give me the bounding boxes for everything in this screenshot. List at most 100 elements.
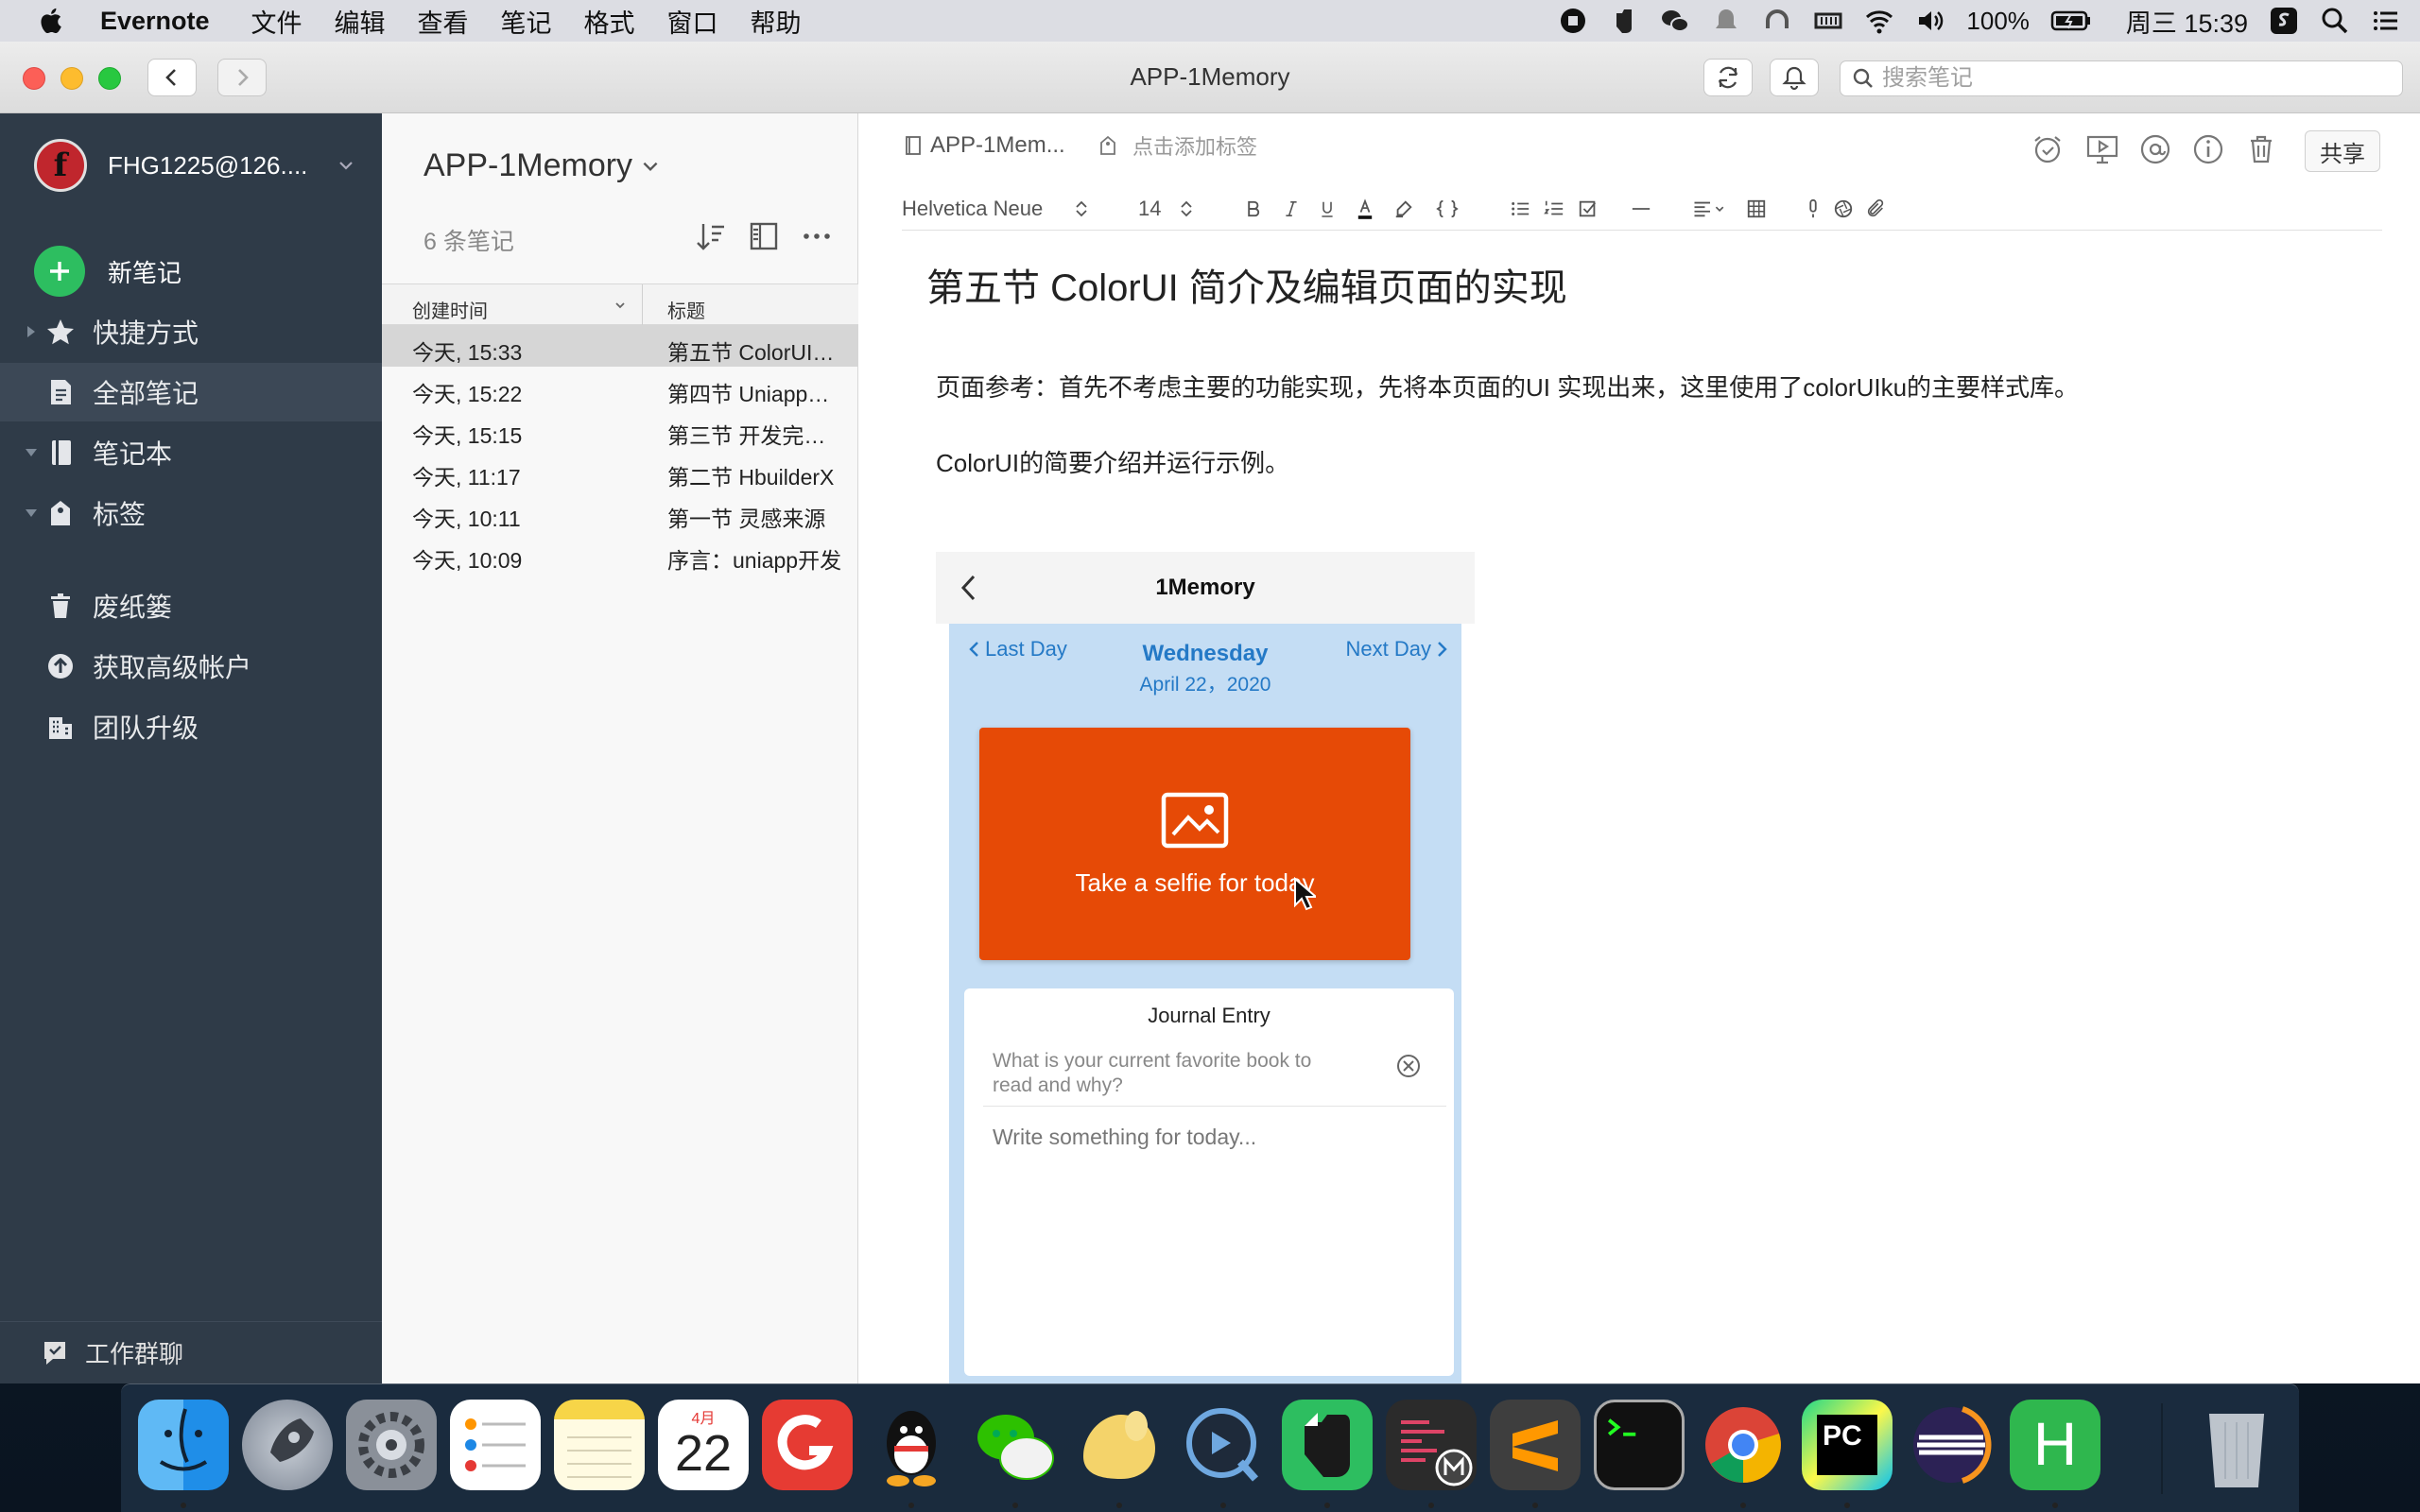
font-family-select[interactable]: Helvetica Neue <box>902 193 1088 225</box>
reminder-icon[interactable] <box>2029 130 2066 168</box>
numbered-list-button[interactable] <box>1541 193 1567 225</box>
sidebar-item-notebooks[interactable]: 笔记本 <box>0 423 382 482</box>
column-created-header[interactable]: 创建时间 <box>412 296 488 323</box>
mail-script-icon[interactable] <box>1386 1400 1477 1490</box>
mention-icon[interactable] <box>2136 130 2174 168</box>
checklist-button[interactable] <box>1575 193 1601 225</box>
git-client-icon[interactable] <box>762 1400 853 1490</box>
attachment-button[interactable] <box>1862 193 1889 225</box>
new-note-button[interactable]: 新笔记 <box>34 244 182 299</box>
volume-icon[interactable] <box>1915 6 1945 36</box>
note-row[interactable]: 今天, 15:15 第三节 开发完成的功能 <box>382 408 858 450</box>
table-button[interactable] <box>1743 193 1770 225</box>
calendar-icon[interactable]: 4月 22 <box>658 1400 749 1490</box>
code-block-button[interactable] <box>1431 193 1463 225</box>
eclipse-icon[interactable] <box>1906 1400 1996 1490</box>
menubar-clock[interactable]: 周三 15:39 <box>2126 3 2248 40</box>
presentation-icon[interactable] <box>2083 130 2121 168</box>
bullet-list-button[interactable] <box>1507 193 1533 225</box>
divider-button[interactable] <box>1628 193 1654 225</box>
search-input[interactable] <box>1882 65 2374 92</box>
disclosure-down-icon[interactable] <box>25 446 38 459</box>
view-layout-icon[interactable] <box>747 219 781 253</box>
embedded-phone-screenshot[interactable]: 1Memory Last Day Wednesday April 22，2020… <box>936 552 1475 1383</box>
sidebar-item-all-notes[interactable]: 全部笔记 <box>0 363 382 421</box>
sidebar-item-upgrade[interactable]: 获取高级帐户 <box>0 637 382 696</box>
menu-window[interactable]: 窗口 <box>667 3 718 40</box>
highlight-button[interactable] <box>1390 193 1418 225</box>
chrome-icon[interactable] <box>1698 1400 1789 1490</box>
sidebar-item-tags[interactable]: 标签 <box>0 484 382 542</box>
forward-button[interactable] <box>217 59 267 96</box>
note-paragraph[interactable]: ColorUI的简要介绍并运行示例。 <box>936 444 1289 479</box>
menu-note[interactable]: 笔记 <box>501 3 552 40</box>
delete-note-icon[interactable] <box>2242 130 2280 168</box>
camera-button[interactable] <box>1830 193 1857 225</box>
wifi-icon[interactable] <box>1864 6 1894 36</box>
sync-button[interactable] <box>1703 59 1753 96</box>
evernote-icon[interactable] <box>1282 1400 1373 1490</box>
evernote-status-icon[interactable] <box>1609 6 1639 36</box>
share-button[interactable]: 共享 <box>2305 130 2380 172</box>
trash-icon[interactable] <box>2191 1400 2282 1490</box>
zoom-window-button[interactable] <box>98 67 121 90</box>
blob-app-icon[interactable] <box>1074 1400 1165 1490</box>
bold-button[interactable] <box>1240 193 1267 225</box>
back-button[interactable] <box>147 59 197 96</box>
terminal-icon[interactable] <box>1594 1400 1685 1490</box>
disclosure-right-icon[interactable] <box>25 325 38 338</box>
note-row[interactable]: 今天, 10:09 序言：uniapp开发 <box>382 533 858 575</box>
finder-icon[interactable] <box>138 1400 229 1490</box>
work-chat-button[interactable]: 工作群聊 <box>0 1321 382 1383</box>
sort-desc-icon[interactable] <box>614 300 626 311</box>
qq-icon[interactable] <box>866 1400 957 1490</box>
sync-app-status-icon[interactable] <box>2269 6 2299 36</box>
menu-app-name[interactable]: Evernote <box>100 7 210 36</box>
note-row[interactable]: 今天, 15:22 第四节 Uniapp的使用 <box>382 367 858 408</box>
menu-edit[interactable]: 编辑 <box>335 3 386 40</box>
notebook-selector[interactable]: APP-1Memory <box>424 147 661 184</box>
disclosure-down-icon[interactable] <box>25 507 38 520</box>
sort-icon[interactable] <box>694 219 728 253</box>
account-switcher[interactable]: f FHG1225@126.... <box>34 136 355 195</box>
system-preferences-icon[interactable] <box>346 1400 437 1490</box>
note-row[interactable]: 今天, 11:17 第二节 HbuilderX <box>382 450 858 491</box>
underline-button[interactable] <box>1314 193 1340 225</box>
note-title[interactable]: 第五节 ColorUI 简介及编辑页面的实现 <box>926 257 1567 312</box>
minimize-window-button[interactable] <box>60 67 83 90</box>
notifications-button[interactable] <box>1770 59 1819 96</box>
apple-menu-icon[interactable] <box>36 5 68 37</box>
sidebar-item-trash[interactable]: 废纸篓 <box>0 576 382 635</box>
text-color-button[interactable] <box>1352 193 1378 225</box>
notification-center-icon[interactable] <box>2371 6 2401 36</box>
column-divider[interactable] <box>642 284 643 326</box>
font-size-select[interactable]: 14 <box>1138 193 1193 225</box>
notebook-crumb[interactable]: APP-1Mem... <box>902 132 1065 159</box>
sublime-text-icon[interactable] <box>1490 1400 1581 1490</box>
wechat-status-icon[interactable] <box>1660 6 1690 36</box>
battery-icon[interactable] <box>2050 6 2092 36</box>
add-tag-field[interactable]: 点击添加标签 <box>1097 130 1257 161</box>
note-paragraph[interactable]: 页面参考：首先不考虑主要的功能实现，先将本页面的UI 实现出来，这里使用了col… <box>936 369 2079 404</box>
search-box[interactable] <box>1840 60 2403 96</box>
spotlight-search-icon[interactable] <box>2320 6 2350 36</box>
memory-status-icon[interactable] <box>1813 6 1843 36</box>
menu-help[interactable]: 帮助 <box>751 3 802 40</box>
quicktime-icon[interactable] <box>1178 1400 1269 1490</box>
column-title-header[interactable]: 标题 <box>667 296 705 323</box>
wechat-icon[interactable] <box>970 1400 1061 1490</box>
info-icon[interactable] <box>2189 130 2227 168</box>
menu-file[interactable]: 文件 <box>251 3 302 40</box>
alignment-button[interactable] <box>1688 193 1732 225</box>
sidebar-item-shortcuts[interactable]: 快捷方式 <box>0 302 382 361</box>
headphones-status-icon[interactable] <box>1762 6 1792 36</box>
reminders-icon[interactable] <box>450 1400 541 1490</box>
close-window-button[interactable] <box>23 67 45 90</box>
italic-button[interactable] <box>1278 193 1305 225</box>
notes-icon[interactable] <box>554 1400 645 1490</box>
menu-view[interactable]: 查看 <box>418 3 469 40</box>
record-audio-button[interactable] <box>1800 193 1826 225</box>
note-row[interactable]: 今天, 10:11 第一节 灵感来源 <box>382 491 858 533</box>
pycharm-icon[interactable]: PC <box>1802 1400 1893 1490</box>
launchpad-icon[interactable] <box>242 1400 333 1490</box>
